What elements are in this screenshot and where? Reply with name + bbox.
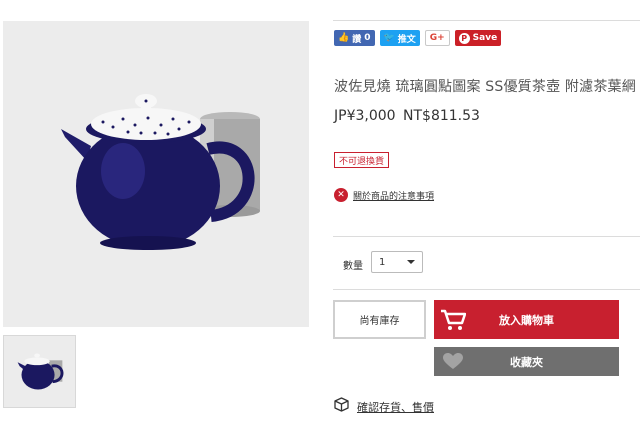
facebook-like-label: 讚 [352, 34, 362, 45]
top-divider [333, 20, 640, 21]
heart-icon [434, 347, 472, 376]
add-to-favorites-button[interactable]: 收藏夾 [434, 347, 619, 376]
confirm-stock-price-link[interactable]: 確認存貨、售價 [334, 397, 434, 416]
share-bar: 👍 讚 0 🐦 推文 G+ P Save [334, 30, 502, 46]
middle-divider [333, 236, 640, 237]
add-to-cart-button[interactable]: 放入購物車 [434, 300, 619, 339]
box-icon [334, 397, 349, 416]
product-title: 波佐見燒 琉璃圓點圖案 SS優質茶壺 附濾茶葉網 [334, 79, 636, 95]
in-stock-button[interactable]: 尚有庫存 [333, 300, 426, 339]
bottom-divider [333, 289, 640, 290]
twitter-tweet-button[interactable]: 🐦 推文 [379, 30, 420, 46]
twitter-bird-icon: 🐦 [383, 33, 395, 43]
facebook-like-count: 0 [364, 33, 371, 43]
in-stock-label: 尚有庫存 [359, 316, 400, 327]
product-notice-link[interactable]: ✕ 關於商品的注意事項 [334, 188, 434, 202]
confirm-stock-price-label: 確認存貨、售價 [357, 400, 434, 414]
product-price: JP¥3,000 NT$811.53 [334, 108, 480, 124]
quantity-select[interactable]: 1 [371, 251, 423, 273]
pinterest-icon: P [458, 32, 470, 44]
no-return-badge: 不可退換貨 [334, 152, 390, 168]
product-thumbnail[interactable] [3, 335, 76, 408]
add-to-cart-label: 放入購物車 [499, 313, 554, 327]
thumbs-up-icon: 👍 [338, 33, 350, 43]
facebook-like-button[interactable]: 👍 讚 0 [334, 30, 375, 46]
pinterest-save-label: Save [472, 33, 498, 43]
add-to-favorites-label: 收藏夾 [510, 355, 543, 369]
product-notice-label: 關於商品的注意事項 [353, 191, 435, 202]
warning-circle-icon: ✕ [334, 188, 348, 202]
teapot-photo [3, 21, 309, 327]
product-main-image[interactable] [3, 21, 309, 327]
shopping-cart-icon [434, 300, 472, 339]
chevron-down-icon [407, 260, 415, 264]
google-plus-button[interactable]: G+ [424, 30, 450, 46]
quantity-value: 1 [379, 256, 386, 268]
twitter-tweet-label: 推文 [397, 34, 416, 45]
teapot-thumbnail-photo [4, 336, 75, 407]
google-plus-label: G+ [429, 33, 445, 43]
pinterest-save-button[interactable]: P Save [454, 30, 502, 46]
quantity-label: 數量 [343, 261, 363, 272]
